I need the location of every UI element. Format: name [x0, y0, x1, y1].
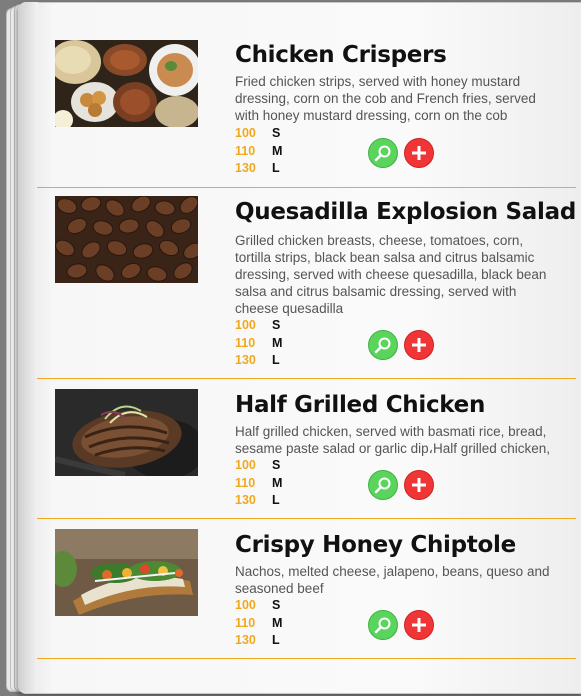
menu-item-image[interactable] [55, 196, 198, 283]
food-platter-photo [55, 40, 198, 127]
add-to-cart-button[interactable] [404, 330, 434, 360]
menu-item-title: Quesadilla Explosion Salad [235, 199, 576, 225]
menu-item: Half Grilled Chicken Half grilled chicke… [37, 378, 576, 519]
price: 130 [235, 493, 256, 507]
menu-item-image[interactable] [55, 40, 198, 127]
price-row: 130 L [235, 352, 282, 370]
price: 100 [235, 458, 256, 472]
menu-item-image[interactable] [55, 389, 198, 476]
price-list: 100 S 110 M 130 L [235, 597, 282, 650]
price-row: 100 S [235, 317, 282, 335]
size-label: L [272, 161, 280, 175]
price-row: 100 S [235, 597, 282, 615]
plus-icon [412, 338, 426, 352]
plus-icon [412, 146, 426, 160]
size-label: S [272, 126, 281, 140]
price: 100 [235, 318, 256, 332]
price-row: 110 M [235, 143, 282, 161]
grilled-chicken-photo [55, 389, 198, 476]
zoom-button[interactable] [368, 138, 398, 168]
open-sandwich-photo [55, 529, 198, 616]
menu-item-description: Nachos, melted cheese, jalapeno, beans, … [235, 564, 550, 596]
zoom-button[interactable] [368, 330, 398, 360]
price: 110 [235, 475, 256, 490]
menu-item: Chicken Crispers Fried chicken strips, s… [37, 2, 576, 188]
price-row: 130 L [235, 492, 282, 510]
price-list: 100 S 110 M 130 L [235, 457, 282, 510]
price-row: 130 L [235, 632, 282, 650]
size-label: M [272, 475, 283, 490]
price-row: 130 L [235, 160, 282, 178]
size-label: M [272, 615, 283, 630]
price: 100 [235, 598, 256, 612]
menu-item-title: Crispy Honey Chiptole [235, 532, 516, 558]
plus-icon [412, 618, 426, 632]
price-row: 110 M [235, 475, 282, 493]
add-to-cart-button[interactable] [404, 610, 434, 640]
size-label: M [272, 143, 283, 158]
price: 110 [235, 335, 256, 350]
price-row: 100 S [235, 457, 282, 475]
page-binding [18, 2, 38, 692]
price-row: 110 M [235, 335, 282, 353]
size-label: S [272, 318, 281, 332]
magnifier-icon [374, 337, 391, 354]
menu-item: Quesadilla Explosion Salad Grilled chick… [37, 187, 576, 379]
size-label: M [272, 335, 283, 350]
size-label: S [272, 458, 281, 472]
price: 130 [235, 353, 256, 367]
menu-item-description: Fried chicken strips, served with honey … [235, 74, 536, 123]
menu-book: Chicken Crispers Fried chicken strips, s… [0, 0, 581, 696]
price-row: 110 M [235, 615, 282, 633]
menu-item-title: Half Grilled Chicken [235, 392, 486, 418]
size-label: L [272, 493, 280, 507]
plus-icon [412, 478, 426, 492]
price-list: 100 S 110 M 130 L [235, 317, 282, 370]
price: 130 [235, 633, 256, 647]
price-row: 100 S [235, 125, 282, 143]
magnifier-icon [374, 477, 391, 494]
menu-item: Crispy Honey Chiptole Nachos, melted che… [37, 518, 576, 659]
zoom-button[interactable] [368, 610, 398, 640]
price: 130 [235, 161, 256, 175]
size-label: S [272, 598, 281, 612]
size-label: L [272, 353, 280, 367]
menu-item-description: Half grilled chicken, served with basmat… [235, 424, 551, 456]
price-list: 100 S 110 M 130 L [235, 125, 282, 178]
magnifier-icon [374, 145, 391, 162]
size-label: L [272, 633, 280, 647]
add-to-cart-button[interactable] [404, 138, 434, 168]
zoom-button[interactable] [368, 470, 398, 500]
menu-item-title: Chicken Crispers [235, 42, 447, 68]
menu-item-image[interactable] [55, 529, 198, 616]
coffee-beans-photo [55, 196, 198, 283]
menu-item-description: Grilled chicken breasts, cheese, tomatoe… [235, 233, 547, 316]
price: 110 [235, 143, 256, 158]
price: 110 [235, 615, 256, 630]
price: 100 [235, 126, 256, 140]
magnifier-icon [374, 617, 391, 634]
add-to-cart-button[interactable] [404, 470, 434, 500]
